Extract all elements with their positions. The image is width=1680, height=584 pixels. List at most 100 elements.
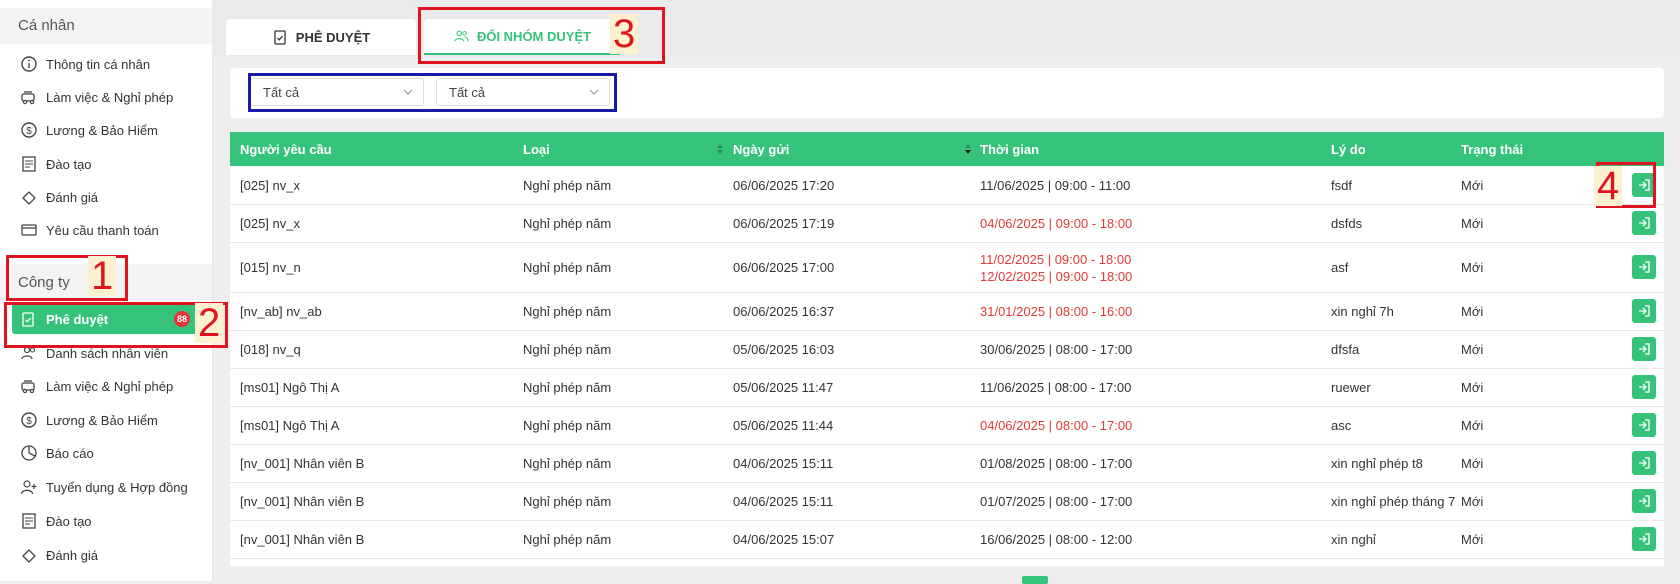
open-request-button[interactable] <box>1632 255 1656 279</box>
cell-status: Mới <box>1461 494 1484 509</box>
sidebar-item-payment-request[interactable]: Yêu cầu thanh toán <box>20 218 159 242</box>
sidebar-item-label: Báo cáo <box>46 445 94 461</box>
column-header-reason[interactable]: Lý do <box>1331 142 1366 157</box>
sidebar-item-company-salary[interactable]: $ Lương & Bảo Hiểm <box>20 408 158 432</box>
sidebar-item-company-work-leave[interactable]: Làm việc & Nghỉ phép <box>20 374 173 398</box>
cell-time: 01/07/2025 | 08:00 - 17:00 <box>980 494 1133 509</box>
cell-status: Mới <box>1461 178 1484 193</box>
sidebar-item-personal-info[interactable]: Thông tin cá nhân <box>20 52 150 76</box>
cell-requester: [018] nv_q <box>240 342 301 357</box>
open-request-button[interactable] <box>1632 489 1656 513</box>
cell-sent-date: 04/06/2025 15:11 <box>733 456 834 471</box>
annotation-number-4: 4 <box>1594 166 1623 206</box>
cell-reason: xin nghỉ 7h <box>1331 304 1394 319</box>
sidebar-item-recruitment[interactable]: Tuyển dụng & Hợp đồng <box>20 475 188 499</box>
cell-time: 01/08/2025 | 08:00 - 17:00 <box>980 456 1133 471</box>
cell-type: Nghỉ phép năm <box>523 178 612 193</box>
table-row: [018] nv_q Nghỉ phép năm 05/06/2025 16:03 d… <box>230 330 1664 369</box>
cell-sent-date: 05/06/2025 11:47 <box>733 380 834 395</box>
cell-reason: xin nghỉ phép t8 <box>1331 456 1423 471</box>
tab-label: PHÊ DUYỆT <box>295 29 371 45</box>
table-row: [025] nv_x Nghỉ phép năm 06/06/2025 17:19 d… <box>230 204 1664 243</box>
column-header-requester[interactable]: Người yêu cầu <box>240 142 332 157</box>
cell-type: Nghỉ phép năm <box>523 216 612 231</box>
cell-reason: asf <box>1331 260 1349 275</box>
column-header-time[interactable]: Thời gian <box>980 142 1039 157</box>
sign-in-icon <box>1639 457 1650 469</box>
cell-reason: dsfds <box>1331 216 1363 231</box>
sidebar-item-company-review[interactable]: Đánh giá <box>20 543 98 567</box>
annotation-number-2: 2 <box>195 303 224 343</box>
cell-time: 04/06/2025 | 09:00 - 18:00 <box>980 216 1133 231</box>
open-request-button[interactable] <box>1632 337 1656 361</box>
cell-sent-date: 06/06/2025 17:19 <box>733 216 835 231</box>
cell-status: Mới <box>1461 216 1484 231</box>
sidebar-item-label: Làm việc & Nghỉ phép <box>46 378 174 394</box>
sidebar-item-label: Đánh giá <box>46 189 99 205</box>
filter-highlight-box <box>248 73 617 112</box>
sidebar-item-training[interactable]: Đào tạo <box>20 152 92 176</box>
cell-time: 12/02/2025 | 09:00 - 18:00 <box>980 269 1133 284</box>
cell-sent-date: 04/06/2025 15:11 <box>733 494 834 509</box>
sign-in-icon <box>1639 495 1650 507</box>
annotation-number-1: 1 <box>88 256 117 296</box>
sort-icon[interactable] <box>716 142 724 156</box>
pagination-current-page[interactable] <box>1022 576 1048 584</box>
table-row: [nv_001] Nhân viên B Nghỉ phép năm 04/06/2… <box>230 520 1664 559</box>
cell-status: Mới <box>1461 532 1484 547</box>
review-icon <box>20 188 38 206</box>
sidebar-item-company-training[interactable]: Đào tạo <box>20 509 92 533</box>
cell-time: 31/01/2025 | 08:00 - 16:00 <box>980 304 1133 319</box>
open-request-button[interactable] <box>1632 413 1656 437</box>
sort-desc-icon[interactable] <box>964 142 972 156</box>
cell-sent-date: 06/06/2025 17:00 <box>733 260 835 275</box>
cell-status: Mới <box>1461 260 1484 275</box>
sidebar-item-label: Tuyển dụng & Hợp đồng <box>46 479 188 495</box>
info-icon <box>20 55 38 73</box>
cell-time: 30/06/2025 | 08:00 - 17:00 <box>980 342 1133 357</box>
open-request-button[interactable] <box>1632 299 1656 323</box>
open-request-button[interactable] <box>1632 451 1656 475</box>
sidebar-item-label: Đánh giá <box>46 547 99 563</box>
table-row: [ms01] Ngô Thị A Nghỉ phép năm 05/06/2025 … <box>230 406 1664 445</box>
open-request-button[interactable] <box>1632 211 1656 235</box>
cell-requester: [nv_001] Nhân viên B <box>240 456 365 471</box>
cell-requester: [ms01] Ngô Thị A <box>240 380 340 395</box>
cell-requester: [nv_ab] nv_ab <box>240 304 322 319</box>
cell-status: Mới <box>1461 418 1484 433</box>
user-add-icon <box>20 478 38 496</box>
sidebar-item-work-leave[interactable]: Làm việc & Nghỉ phép <box>20 85 173 109</box>
cell-reason: fsdf <box>1331 178 1352 193</box>
open-request-button[interactable] <box>1632 375 1656 399</box>
column-header-type[interactable]: Loại <box>523 142 550 157</box>
sidebar-item-label: Lương & Bảo Hiểm <box>46 412 158 428</box>
car-icon <box>20 377 38 395</box>
column-header-sent-date[interactable]: Ngày gửi <box>733 142 789 157</box>
cell-requester: [nv_001] Nhân viên B <box>240 532 365 547</box>
cell-status: Mới <box>1461 456 1484 471</box>
training-icon <box>20 512 38 530</box>
cell-time: 16/06/2025 | 08:00 - 12:00 <box>980 532 1133 547</box>
cell-type: Nghỉ phép năm <box>523 494 612 509</box>
cell-type: Nghỉ phép năm <box>523 342 612 357</box>
sidebar-item-salary-insurance[interactable]: $ Lương & Bảo Hiểm <box>20 118 158 142</box>
column-header-status[interactable]: Trạng thái <box>1461 142 1523 157</box>
cell-reason: ruewer <box>1331 380 1371 395</box>
svg-text:$: $ <box>26 126 32 137</box>
sidebar-item-review[interactable]: Đánh giá <box>20 185 98 209</box>
cell-reason: xin nghỉ phép tháng 7 <box>1331 494 1456 509</box>
open-request-button[interactable] <box>1632 527 1656 551</box>
dollar-icon: $ <box>20 121 38 139</box>
tab-approval[interactable]: PHÊ DUYỆT <box>226 19 416 55</box>
table-header: Người yêu cầu Loại Ngày gửi Thời gian Lý… <box>230 132 1664 166</box>
sign-in-icon <box>1639 217 1650 229</box>
sidebar-item-label: Đào tạo <box>46 513 92 529</box>
sign-in-icon <box>1639 419 1650 431</box>
cell-requester: [nv_001] Nhân viên B <box>240 494 365 509</box>
cell-type: Nghỉ phép năm <box>523 304 612 319</box>
cell-time: 11/06/2025 | 08:00 - 17:00 <box>980 380 1132 395</box>
dollar-icon: $ <box>20 411 38 429</box>
sign-in-icon <box>1639 343 1650 355</box>
sidebar-item-reports[interactable]: Báo cáo <box>20 441 94 465</box>
cell-time: 11/06/2025 | 09:00 - 11:00 <box>980 178 1131 193</box>
